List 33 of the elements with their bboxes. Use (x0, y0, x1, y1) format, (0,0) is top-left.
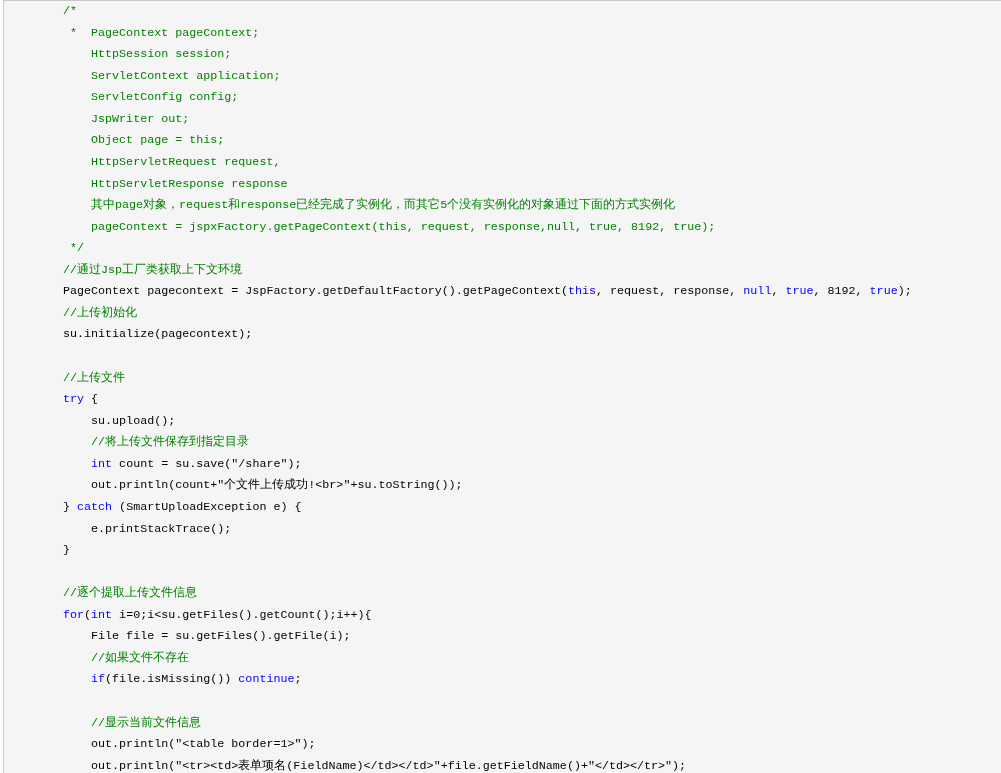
code-comment: /* (63, 3, 78, 20)
code-comment: HttpServletResponse response (90, 175, 288, 193)
code-line: int count = su.save("/share"); (90, 455, 302, 473)
code-comment: //将上传文件保存到指定目录 (90, 434, 250, 452)
code-line: File file = su.getFiles().getFile(i); (90, 628, 351, 646)
code-comment: ServletConfig config; (90, 89, 239, 107)
code-comment: //上传文件 (63, 369, 126, 387)
code-comment: pageContext = jspxFactory.getPageContext(this, request, response,null, true, 8192, true); (90, 218, 716, 236)
code-comment: JspWriter out; (90, 110, 190, 128)
code-line: out.println("<tr><td>表单项名(FieldName)</td></td>"+file.getFieldName()+"</td></tr>"); (90, 757, 687, 773)
code-line: try { (63, 391, 99, 409)
code-comment: */ (69, 240, 85, 258)
code-line: if(file.isMissing()) continue; (90, 671, 302, 689)
code-comment: //逐个提取上传文件信息 (63, 585, 198, 603)
code-line: out.println("<table border=1>"); (90, 736, 316, 754)
code-line: out.println(count+"个文件上传成功!<br>"+su.toString()); (90, 477, 463, 495)
code-line: } (63, 542, 70, 560)
code-comment: //上传初始化 (63, 304, 138, 322)
code-comment: //通过Jsp工厂类获取上下文环境 (63, 261, 243, 279)
code-line: su.initialize(pagecontext); (63, 326, 253, 344)
code-comment: ServletContext application; (90, 67, 281, 85)
code-comment: HttpServletRequest request, (90, 153, 281, 171)
code-comment: 其中page对象，request和response已经完成了实例化，而其它5个没有实例化的对象通过下面的方式实例化 (90, 197, 676, 215)
code-line: } catch (SmartUploadException e) { (63, 498, 302, 516)
code-comment: * PageContext pageContext; (69, 24, 260, 42)
code-comment: HttpSession session; (90, 46, 232, 64)
code-line: su.upload(); (90, 412, 176, 430)
code-comment: Object page = this; (90, 132, 225, 150)
code-comment: //显示当前文件信息 (90, 714, 202, 732)
code-line: e.printStackTrace(); (90, 520, 232, 538)
code-line: for(int i=0;i<su.getFiles().getCount();i++){ (63, 606, 372, 624)
code-line: PageContext pagecontext = JspFactory.getDefaultFactory().getPageContext(this, request, response, null, true, 8192, true); (63, 283, 912, 301)
code-comment: //如果文件不存在 (90, 649, 190, 667)
